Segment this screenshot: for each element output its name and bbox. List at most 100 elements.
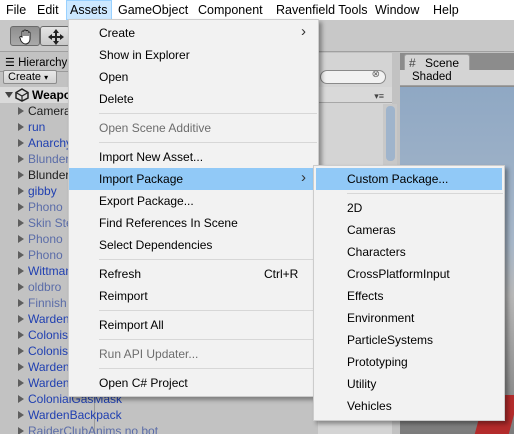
menu-separator	[99, 142, 317, 143]
menu-file[interactable]: File	[2, 0, 30, 20]
tree-item-label: Phono	[28, 200, 63, 214]
menu-item-import-package[interactable]: Import Package ›	[69, 168, 318, 190]
submenu-item-cameras[interactable]: Cameras	[314, 219, 504, 241]
hand-tool-button[interactable]	[10, 26, 40, 46]
expand-arrow-icon[interactable]	[18, 299, 24, 307]
hand-tool-icon	[19, 29, 31, 45]
menu-item-select-dependencies[interactable]: Select Dependencies	[69, 234, 318, 256]
expand-arrow-icon[interactable]	[18, 235, 24, 243]
submenu-item-label: Utility	[347, 377, 377, 391]
submenu-item-particlesystems[interactable]: ParticleSystems	[314, 329, 504, 351]
expand-arrow-icon[interactable]	[18, 331, 24, 339]
menu-window[interactable]: Window	[371, 0, 423, 20]
menu-item-open-c-project[interactable]: Open C# Project	[69, 372, 318, 394]
expand-arrow-icon[interactable]	[18, 267, 24, 275]
assets-menu: Create › Show in Explorer Open Delete Open Sc…	[68, 19, 319, 397]
menu-item-reimport[interactable]: Reimport	[69, 285, 318, 307]
expand-arrow-icon[interactable]	[18, 107, 24, 115]
create-dropdown[interactable]: Create ▾	[3, 70, 57, 84]
shortcut-label: Ctrl+R	[264, 267, 299, 281]
submenu-item-effects[interactable]: Effects	[314, 285, 504, 307]
tree-item-label: Colonist	[28, 344, 72, 358]
scene-tab-icon: #	[409, 56, 416, 70]
expand-arrow-icon[interactable]	[18, 171, 24, 179]
submenu-item-label: Vehicles	[347, 399, 392, 413]
menu-item-open-scene-additive: Open Scene Additive	[69, 117, 318, 139]
menu-bar: File Edit Assets GameObject Component Ravenfi…	[0, 0, 514, 20]
submenu-item-environment[interactable]: Environment	[314, 307, 504, 329]
tab-scene[interactable]: # Scene	[404, 54, 470, 71]
menu-separator	[99, 113, 317, 114]
menu-item-open[interactable]: Open	[69, 66, 318, 88]
menu-item-find-references-in-scene[interactable]: Find References In Scene	[69, 212, 318, 234]
expand-arrow-icon[interactable]	[18, 283, 24, 291]
menu-item-label: Open Scene Additive	[99, 121, 212, 135]
expand-arrow-icon[interactable]	[18, 395, 24, 403]
menu-item-label: Import Package	[99, 172, 184, 186]
tree-item-label: Camera	[28, 104, 71, 118]
import-package-submenu: Custom Package... 2D Cameras Characters Cros…	[313, 165, 505, 421]
tree-item-label: Phono	[28, 232, 63, 246]
submenu-arrow-icon: ›	[301, 23, 306, 40]
hierarchy-tab[interactable]: ☰ Hierarchy	[2, 55, 67, 71]
submenu-arrow-icon: ›	[301, 169, 306, 186]
submenu-item-crossplatforminput[interactable]: CrossPlatformInput	[314, 263, 504, 285]
tree-item-label: RaiderClubAnims no bot	[28, 424, 159, 434]
menu-gameobject[interactable]: GameObject	[114, 0, 192, 20]
expand-arrow-icon[interactable]	[18, 155, 24, 163]
tree-item-label: Phono	[28, 248, 63, 262]
tree-item-label: oldbro	[28, 280, 62, 294]
expand-arrow-icon[interactable]	[18, 203, 24, 211]
tree-item[interactable]: RaiderClubAnims no bot	[0, 423, 158, 434]
expand-arrow-icon[interactable]	[18, 363, 24, 371]
expand-arrow-icon[interactable]	[18, 139, 24, 147]
menu-assets[interactable]: Assets	[66, 0, 112, 20]
menu-item-reimport-all[interactable]: Reimport All	[69, 314, 318, 336]
tree-item-label: Warden	[28, 376, 70, 390]
expand-arrow-icon[interactable]	[18, 411, 24, 419]
menu-item-label: Open	[99, 70, 129, 84]
menu-item-refresh[interactable]: Refresh Ctrl+R	[69, 263, 318, 285]
menu-item-label: Import New Asset...	[99, 150, 204, 164]
submenu-item-2d[interactable]: 2D	[314, 197, 504, 219]
submenu-item-prototyping[interactable]: Prototyping	[314, 351, 504, 373]
submenu-item-custom-package[interactable]: Custom Package...	[316, 168, 502, 190]
expand-arrow-icon[interactable]	[18, 347, 24, 355]
submenu-item-utility[interactable]: Utility	[314, 373, 504, 395]
menu-item-import-new-asset[interactable]: Import New Asset...	[69, 146, 318, 168]
tree-item-label: Warden	[28, 312, 70, 326]
tree-item[interactable]: WardenBackpack	[0, 407, 122, 423]
expand-arrow-icon[interactable]	[18, 251, 24, 259]
menu-edit[interactable]: Edit	[33, 0, 63, 20]
menu-item-label: Run API Updater...	[99, 347, 199, 361]
menu-item-show-in-explorer[interactable]: Show in Explorer	[69, 44, 318, 66]
shading-mode-dropdown[interactable]: Shaded	[412, 71, 452, 83]
expand-arrow-icon[interactable]	[18, 219, 24, 227]
expand-arrow-icon[interactable]	[18, 123, 24, 131]
panel-menu-icon[interactable]: ▾≡	[374, 91, 384, 102]
menu-item-label: Create	[99, 26, 136, 40]
menu-item-create[interactable]: Create ›	[69, 22, 318, 44]
expand-arrow-icon[interactable]	[18, 379, 24, 387]
menu-item-label: Delete	[99, 92, 134, 106]
expand-arrow-icon[interactable]	[18, 187, 24, 195]
menu-item-export-package[interactable]: Export Package...	[69, 190, 318, 212]
submenu-item-vehicles[interactable]: Vehicles	[314, 395, 504, 417]
dropdown-arrow-icon: ▾	[44, 73, 49, 82]
menu-item-label: Reimport	[99, 289, 148, 303]
tree-item-label: Anarchy	[28, 136, 73, 150]
tree-item-label: Wittman	[28, 264, 73, 278]
panel-header-strip: ▾≡	[318, 87, 392, 103]
menu-item-label: Open C# Project	[99, 376, 188, 390]
menu-help[interactable]: Help	[429, 0, 463, 20]
expand-arrow-icon[interactable]	[18, 427, 24, 434]
submenu-item-label: Prototyping	[347, 355, 408, 369]
scrollbar-thumb[interactable]	[386, 106, 395, 161]
menu-ravenfield-tools[interactable]: Ravenfield Tools	[272, 0, 372, 20]
expand-arrow-icon[interactable]	[18, 315, 24, 323]
search-input[interactable]: ⊗	[320, 69, 386, 84]
submenu-item-characters[interactable]: Characters	[314, 241, 504, 263]
move-tool-button[interactable]	[40, 26, 70, 46]
menu-item-delete[interactable]: Delete	[69, 88, 318, 110]
menu-component[interactable]: Component	[194, 0, 267, 20]
